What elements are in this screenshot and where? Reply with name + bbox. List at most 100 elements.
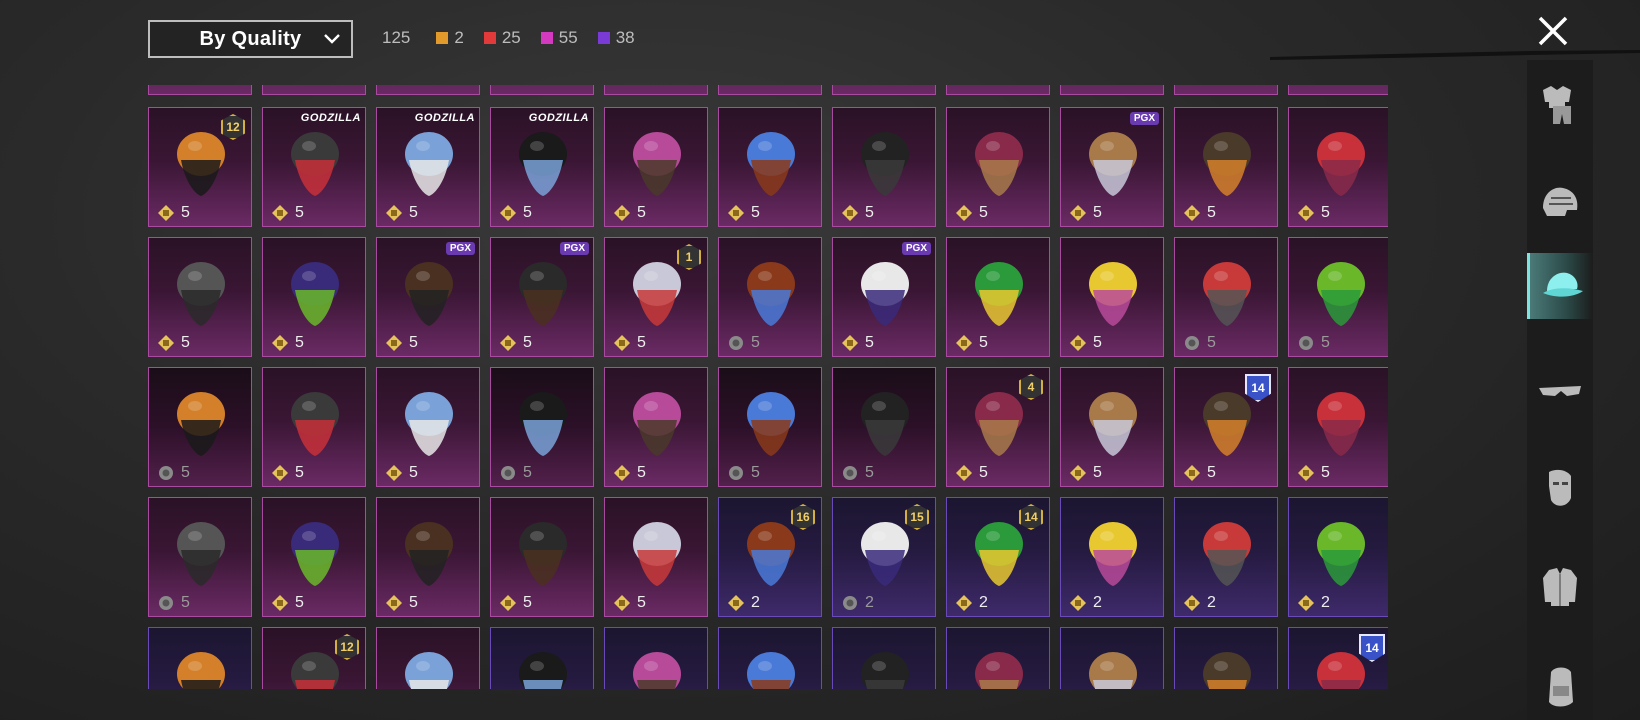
item-tile-chomp-beanie[interactable]: 5 — [718, 237, 822, 357]
item-tile-red-visor-hair[interactable]: GODZILLA 5 — [490, 107, 594, 227]
item-amount: 5 — [727, 464, 760, 482]
item-tile-police-cap[interactable]: 14 — [1288, 627, 1388, 689]
item-tile-bunny-ears-headband[interactable]: 5 — [604, 497, 708, 617]
item-tile-horns[interactable] — [490, 627, 594, 689]
item-image — [405, 652, 453, 689]
category-hat[interactable] — [1527, 253, 1593, 319]
item-tile-cyber-cap[interactable] — [718, 627, 822, 689]
item-tile-purple-bob-hair[interactable]: 5 — [604, 107, 708, 227]
item-tile-partial[interactable] — [262, 85, 366, 95]
item-tile-pink-braid[interactable]: 2 — [1174, 497, 1278, 617]
item-tile-white-bucket-hat-2[interactable]: 5 — [490, 497, 594, 617]
item-tile-dread-hair[interactable]: PGX 5 — [376, 237, 480, 357]
item-tile-partial[interactable] — [604, 85, 708, 95]
item-tile-green-cyber-helmet[interactable]: 5 — [946, 237, 1050, 357]
item-tile-goggles-hair[interactable] — [604, 627, 708, 689]
item-amount: 5 — [955, 334, 988, 352]
item-tile-red-crab-hat[interactable]: 5 — [148, 497, 252, 617]
item-tile-partial[interactable] — [1060, 85, 1164, 95]
item-tile-pink-fluff-hair[interactable]: 5 — [946, 107, 1050, 227]
item-image — [177, 262, 225, 326]
item-tile-bear-mask[interactable]: PGX 5 — [1060, 107, 1164, 227]
item-image — [747, 132, 795, 196]
item-tile-dark-feather[interactable]: 5 — [1174, 107, 1278, 227]
item-image — [1089, 652, 1137, 689]
item-tile-striped-beanie[interactable]: 16 2 — [718, 497, 822, 617]
item-tile-steampunk-hat[interactable] — [1174, 627, 1278, 689]
item-tile-shark-head[interactable]: 5 — [148, 237, 252, 357]
item-tile-sheep-head[interactable]: 5 — [1288, 367, 1388, 487]
item-tile-silver-twin-tails[interactable]: 15 — [604, 237, 708, 357]
sort-dropdown-label: By Quality — [199, 27, 302, 50]
category-helmet[interactable] — [1527, 170, 1593, 236]
item-tile-sun-hat[interactable] — [832, 627, 936, 689]
category-outfit[interactable] — [1527, 72, 1593, 138]
silver-fragment-icon — [956, 465, 972, 481]
quality-count-pink: 55 — [540, 28, 578, 48]
item-tile-partial[interactable] — [718, 85, 822, 95]
item-tile-grey-wolf-hair[interactable]: 5 — [718, 367, 822, 487]
item-amount: 5 — [613, 594, 646, 612]
item-tile-black-top-hat[interactable]: 5 — [148, 367, 252, 487]
item-tile-silver-hair[interactable]: 5 — [1060, 367, 1164, 487]
item-amount-value: 2 — [1321, 594, 1330, 611]
item-tile-brown-hair[interactable] — [148, 627, 252, 689]
item-amount-value: 5 — [409, 594, 418, 611]
sort-dropdown[interactable]: By Quality — [148, 20, 353, 58]
item-tile-purple-helmet[interactable]: 5 — [262, 237, 366, 357]
item-tile-green-monster-head[interactable]: 5 — [1288, 237, 1388, 357]
item-tile-blue-flame-hair[interactable]: 5 — [718, 107, 822, 227]
item-tile-cat-ear-cap-hair[interactable]: 14 2 — [946, 497, 1050, 617]
item-tile-partial[interactable] — [376, 85, 480, 95]
item-tile-clown-mask[interactable]: 5 — [1174, 237, 1278, 357]
item-amount-value: 5 — [523, 334, 532, 351]
item-tile-mustard-beret[interactable]: 2 — [1288, 497, 1388, 617]
item-tile-partial[interactable] — [946, 85, 1050, 95]
silver-fragment-icon — [614, 465, 630, 481]
item-tile-spiked-cap[interactable]: GODZILLA 5 — [262, 107, 366, 227]
item-tile-partial[interactable] — [490, 85, 594, 95]
category-mask[interactable] — [1527, 456, 1593, 522]
item-tile-bunny-beanie[interactable]: 12 — [262, 627, 366, 689]
item-tile-pink-cat-beanie[interactable] — [376, 627, 480, 689]
item-tile-blue-racing-helmet[interactable]: 5 — [262, 497, 366, 617]
category-glasses[interactable] — [1527, 358, 1593, 424]
item-amount-value: 5 — [181, 204, 190, 221]
item-amount: 5 — [1069, 204, 1102, 222]
item-tile-partial[interactable] — [1288, 85, 1388, 95]
item-tile-bunny-mask[interactable]: PGX 5 — [832, 237, 936, 357]
silver-fragment-icon — [272, 595, 288, 611]
item-tile-duck-mask[interactable]: 5 — [1060, 237, 1164, 357]
item-tile-red-cat-helmet[interactable]: 5 — [1288, 107, 1388, 227]
silver-fragment-icon — [500, 335, 516, 351]
item-tile-partial[interactable] — [832, 85, 936, 95]
category-jacket[interactable] — [1527, 554, 1593, 620]
item-tile-partial[interactable] — [1174, 85, 1278, 95]
item-image — [519, 132, 567, 196]
item-tile-pink-witch-hat[interactable]: 5 — [832, 367, 936, 487]
item-tile-scarecrow-hair[interactable]: 12 5 — [148, 107, 252, 227]
item-tile-blue-feather-hair[interactable]: GODZILLA 5 — [376, 107, 480, 227]
item-amount: 5 — [157, 204, 190, 222]
item-tile-tribal-mask[interactable]: 45 — [946, 367, 1050, 487]
item-tile-black-hair[interactable]: 5 — [832, 107, 936, 227]
item-tile-golden-crown-helm[interactable]: 5 — [376, 367, 480, 487]
item-tile-clown-face-hat[interactable]: 5 — [262, 367, 366, 487]
item-tile-gas-mask-helmet[interactable]: 5 — [490, 367, 594, 487]
item-tile-white-bucket-hat[interactable]: 5 — [376, 497, 480, 617]
item-tile-red-hair-headphones[interactable]: 2 — [1060, 497, 1164, 617]
item-tile-orange-ears[interactable] — [946, 627, 1050, 689]
item-image — [975, 652, 1023, 689]
item-tile-brass-pith-helmet[interactable]: 5 — [604, 367, 708, 487]
item-amount: 5 — [613, 464, 646, 482]
jacket-icon — [1543, 568, 1577, 606]
item-tile-red-spiky-hair[interactable] — [1060, 627, 1164, 689]
close-icon[interactable] — [1534, 12, 1572, 50]
inventory-grid: 12 5 GODZILLA 5 GODZILLA 5 GODZILLA 5 5 5 5 5 PGX 5 5 5… — [148, 85, 1388, 689]
item-tile-officer-cap[interactable]: 14 5 — [1174, 367, 1278, 487]
item-tile-black-cat-mask[interactable]: PGX 5 — [490, 237, 594, 357]
category-backpack[interactable] — [1527, 654, 1593, 720]
item-tile-partial[interactable] — [148, 85, 252, 95]
item-image — [519, 522, 567, 586]
item-tile-pumpkin-hood[interactable]: 15 2 — [832, 497, 936, 617]
